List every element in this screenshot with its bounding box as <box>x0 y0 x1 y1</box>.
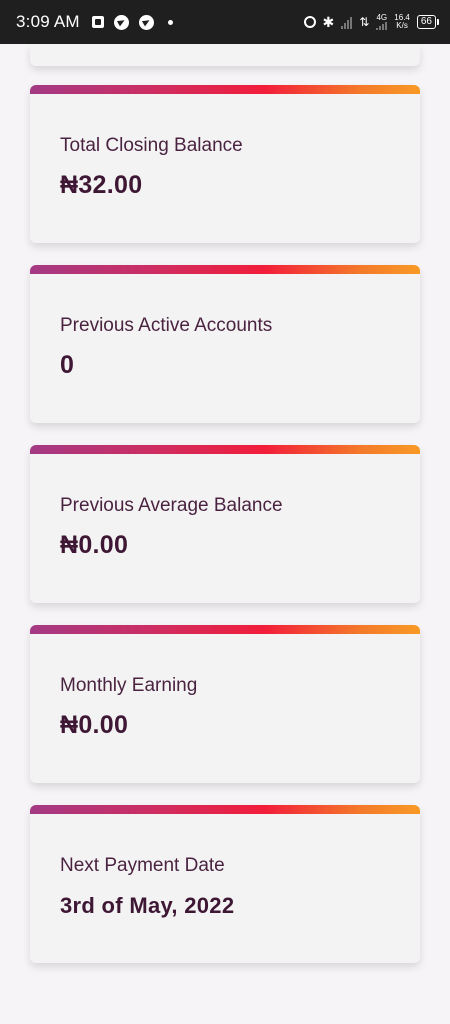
battery-level: 66 <box>420 16 432 27</box>
card-value: ₦32.00 <box>60 171 143 199</box>
card-accent-band <box>30 265 420 274</box>
card-accent-band <box>30 805 420 814</box>
card-value: 3rd of May, 2022 <box>60 893 235 918</box>
card-label: Previous Average Balance <box>60 495 283 516</box>
card-label: Monthly Earning <box>60 675 198 696</box>
card-accent-band <box>30 625 420 634</box>
network-speed: 16.4 K/s <box>394 14 410 30</box>
telegram-icon <box>113 14 129 30</box>
card-label: Previous Active Accounts <box>60 315 273 336</box>
data-transfer-icon: ⇅ <box>359 15 370 29</box>
network-type: 4G <box>376 13 388 30</box>
previous-average-balance-card: Previous Average Balance ₦0.00 <box>30 445 420 603</box>
network-speed-unit: K/s <box>396 21 408 30</box>
battery-icon: 66 <box>416 15 440 29</box>
card-value: 0 <box>60 351 75 379</box>
previous-active-accounts-card: Previous Active Accounts 0 <box>30 265 420 423</box>
monthly-earning-card: Monthly Earning ₦0.00 <box>30 625 420 783</box>
card-accent-band <box>30 85 420 94</box>
network-type-label: 4G <box>376 13 388 22</box>
card-value: ₦0.00 <box>60 711 129 739</box>
previous-card-edge <box>30 44 420 66</box>
card-value: ₦0.00 <box>60 531 129 559</box>
status-bar-right: ✱ ⇅ 4G 16.4 K/s 66 <box>303 13 440 30</box>
more-notifications-icon <box>167 19 173 25</box>
status-time: 3:09 AM <box>16 12 80 31</box>
signal-icon-2 <box>376 22 388 30</box>
card-accent-band <box>30 445 420 454</box>
bluetooth-icon: ✱ <box>322 14 335 30</box>
status-bar: 3:09 AM ✱ ⇅ 4G 16.4 K/s 66 <box>0 0 450 44</box>
total-closing-balance-card: Total Closing Balance ₦32.00 <box>30 85 420 243</box>
alarm-icon <box>303 16 316 28</box>
card-label: Total Closing Balance <box>60 135 243 156</box>
app-notification-icon <box>91 16 104 28</box>
next-payment-date-card: Next Payment Date 3rd of May, 2022 <box>30 805 420 963</box>
telegram-icon <box>138 14 154 30</box>
status-bar-left: 3:09 AM <box>16 12 173 32</box>
card-label: Next Payment Date <box>60 855 225 876</box>
signal-icon <box>341 15 353 29</box>
